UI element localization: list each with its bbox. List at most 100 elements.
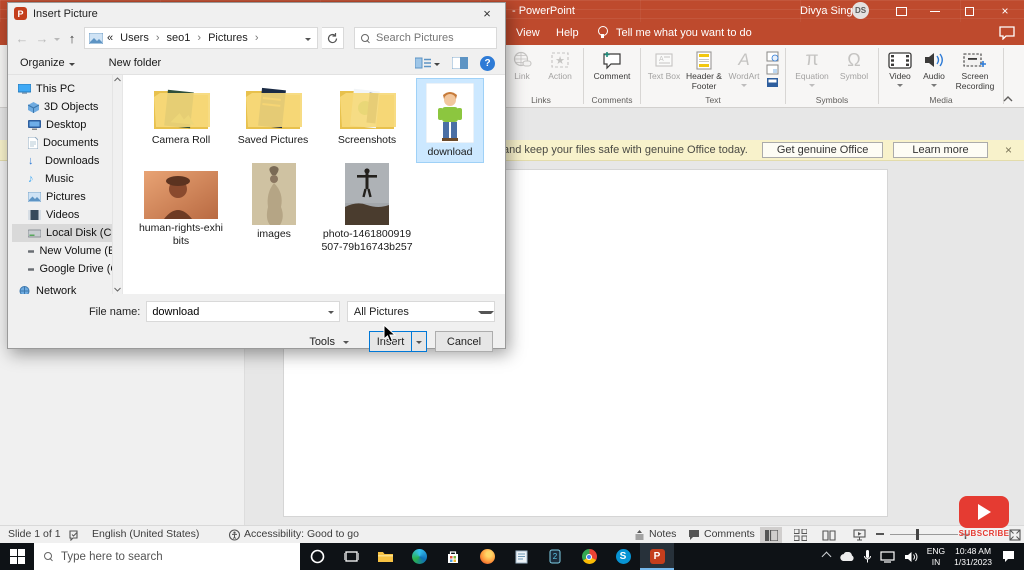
dialog-titlebar[interactable]: P Insert Picture × [8, 3, 505, 24]
sidebar-item-google-drive-g[interactable]: Google Drive (G: [12, 260, 122, 278]
slide-number-button[interactable] [766, 64, 779, 75]
notepad-icon[interactable] [504, 543, 538, 570]
refresh-button[interactable] [322, 27, 344, 49]
sidebar-scrollbar[interactable] [112, 75, 122, 294]
skype-icon[interactable]: S [606, 543, 640, 570]
tab-view[interactable]: View [516, 27, 540, 39]
change-view-button[interactable] [415, 57, 440, 69]
new-folder-button[interactable]: New folder [109, 57, 162, 69]
search-input[interactable] [376, 32, 486, 44]
address-dropdown-icon[interactable] [305, 37, 311, 41]
tab-help[interactable]: Help [556, 27, 579, 39]
scroll-down-icon[interactable] [114, 287, 121, 292]
breadcrumb-item[interactable]: Users [120, 32, 149, 44]
sidebar-item-new-volume-e[interactable]: New Volume (E:) [12, 242, 122, 260]
restore-button[interactable] [956, 1, 982, 21]
close-window-button[interactable]: × [992, 1, 1018, 21]
avatar[interactable]: DS [852, 2, 869, 19]
firefox-icon[interactable] [470, 543, 504, 570]
dialog-search-box[interactable] [354, 27, 497, 49]
edge-icon[interactable] [402, 543, 436, 570]
zoom-out-button[interactable] [876, 533, 884, 535]
action-center-icon[interactable] [1001, 550, 1016, 563]
speaker-icon[interactable] [904, 551, 918, 563]
collapse-ribbon-button[interactable] [1002, 94, 1018, 106]
sidebar-item-music[interactable]: ♪ Music [12, 170, 122, 188]
sidebar-item-documents[interactable]: Documents [12, 134, 122, 152]
sidebar-item-desktop[interactable]: Desktop [12, 116, 122, 134]
hidden-icons-chevron[interactable] [821, 551, 832, 562]
date-time-button[interactable] [766, 51, 779, 62]
powerpoint-taskbar-icon[interactable]: P [640, 543, 674, 570]
task-view-button[interactable] [334, 543, 368, 570]
scroll-up-icon[interactable] [114, 77, 121, 82]
sidebar-item-network[interactable]: Network [12, 282, 122, 294]
chrome-icon[interactable] [572, 543, 606, 570]
display-connect-icon[interactable] [880, 550, 895, 563]
folder-screenshots[interactable]: Screenshots [325, 85, 409, 147]
sidebar-item-this-pc[interactable]: This PC [12, 80, 122, 98]
breadcrumb-item[interactable]: seo1 [167, 32, 191, 44]
screen-recording-button[interactable]: Screen Recording [951, 46, 999, 92]
header-footer-button[interactable]: Header & Footer [683, 46, 725, 92]
start-button[interactable] [0, 543, 34, 570]
normal-view-button[interactable] [760, 527, 782, 543]
clock-tray[interactable]: 10:48 AM 1/31/2023 [954, 546, 992, 566]
back-icon[interactable]: ← [14, 31, 30, 46]
breadcrumb-item[interactable]: Pictures [208, 32, 248, 44]
image-photo-1461800919507[interactable]: photo-1461800919507-79b16743b257 [319, 163, 415, 254]
cortana-button[interactable] [300, 543, 334, 570]
notes-toggle[interactable]: Notes [634, 528, 676, 540]
help-button[interactable]: ? [480, 55, 495, 71]
comments-bubble-icon[interactable] [999, 26, 1015, 40]
preview-pane-button[interactable] [452, 57, 468, 69]
organize-button[interactable]: Organize [20, 57, 75, 69]
learn-more-button[interactable]: Learn more [893, 142, 988, 158]
tools-button[interactable]: Tools [309, 336, 349, 348]
comments-toggle[interactable]: Comments [688, 528, 755, 540]
insert-dropdown[interactable] [411, 332, 426, 351]
video-button[interactable]: Video [883, 46, 917, 87]
comment-button[interactable]: Comment [588, 46, 636, 82]
file-explorer-icon[interactable] [368, 543, 402, 570]
recent-locations-icon[interactable] [54, 37, 60, 41]
spellcheck-icon[interactable] [68, 529, 81, 541]
insert-button[interactable]: Insert [369, 331, 427, 352]
language-indicator[interactable]: English (United States) [92, 528, 199, 540]
reading-view-button[interactable] [818, 527, 840, 543]
image-images[interactable]: images [239, 163, 309, 241]
sidebar-item-downloads[interactable]: ↓ Downloads [12, 152, 122, 170]
onedrive-cloud-icon[interactable] [839, 551, 855, 562]
object-button[interactable] [766, 77, 779, 88]
slide-sorter-view-button[interactable] [789, 527, 811, 543]
minimize-button[interactable] [922, 1, 948, 21]
get-genuine-office-button[interactable]: Get genuine Office [761, 142, 884, 158]
your-phone-icon[interactable]: 2 [538, 543, 572, 570]
dialog-close-button[interactable]: × [475, 6, 499, 21]
account-name[interactable]: Divya Singh [800, 5, 859, 17]
folder-camera-roll[interactable]: Camera Roll [141, 85, 221, 147]
folder-saved-pictures[interactable]: Saved Pictures [233, 85, 313, 147]
file-type-dropdown[interactable]: All Pictures [346, 301, 495, 322]
file-name-combobox[interactable] [146, 301, 340, 322]
forward-icon[interactable]: → [34, 31, 50, 46]
file-name-input[interactable] [147, 305, 323, 318]
slide-indicator[interactable]: Slide 1 of 1 [8, 528, 61, 540]
microphone-icon[interactable] [863, 550, 871, 563]
zoom-slider-track[interactable] [890, 534, 958, 535]
combo-dropdown-icon[interactable] [327, 311, 334, 314]
microsoft-store-icon[interactable] [436, 543, 470, 570]
tellme-box[interactable]: Tell me what you want to do [616, 27, 752, 39]
sidebar-item-3d-objects[interactable]: 3D Objects [12, 98, 122, 116]
taskbar-search-box[interactable]: Type here to search [34, 543, 300, 570]
breadcrumb-home[interactable]: « [107, 32, 113, 44]
accessibility-status[interactable]: Accessibility: Good to go [244, 528, 359, 540]
up-icon[interactable]: ↑ [64, 31, 80, 46]
image-download[interactable]: download [416, 77, 484, 164]
sidebar-item-videos[interactable]: Videos [12, 206, 122, 224]
notice-close-icon[interactable]: × [1005, 143, 1012, 157]
zoom-slider-thumb[interactable] [916, 529, 919, 540]
sidebar-item-pictures[interactable]: Pictures [12, 188, 122, 206]
slideshow-view-button[interactable] [848, 527, 870, 543]
language-tray-indicator[interactable]: ENG IN [927, 546, 945, 566]
